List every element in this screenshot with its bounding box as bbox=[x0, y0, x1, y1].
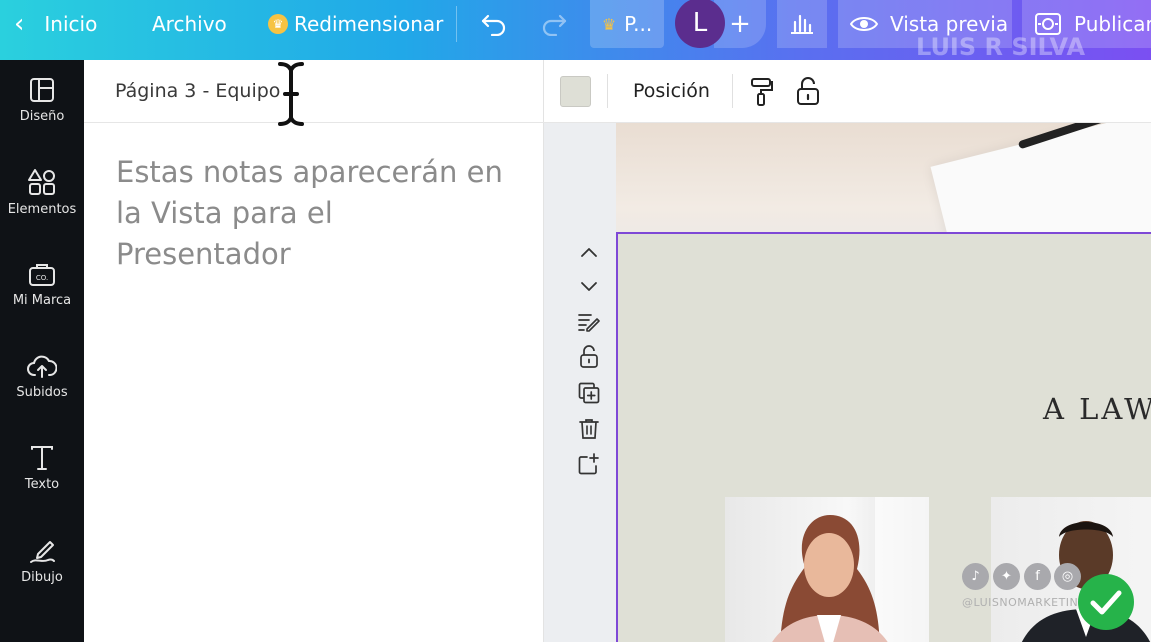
duplicate-icon bbox=[578, 382, 600, 404]
notes-textarea[interactable]: Estas notas aparecerán en la Vista para … bbox=[116, 152, 516, 275]
sidebar-item-draw[interactable]: Dibujo bbox=[0, 520, 84, 600]
move-page-down-button[interactable] bbox=[574, 272, 604, 300]
sidebar-item-design[interactable]: Diseño bbox=[0, 60, 84, 140]
shapes-icon bbox=[28, 168, 55, 195]
delete-page-button[interactable] bbox=[574, 415, 604, 443]
eye-icon bbox=[850, 15, 878, 33]
bar-chart-icon bbox=[791, 14, 813, 34]
insights-button[interactable] bbox=[777, 0, 827, 48]
move-page-up-button[interactable] bbox=[574, 238, 604, 266]
instagram-icon: ◎ bbox=[1054, 563, 1081, 590]
sidebar-item-label: Texto bbox=[24, 476, 60, 492]
undo-icon bbox=[481, 14, 506, 36]
position-button[interactable]: Posición bbox=[633, 80, 710, 102]
design-canvas-area: Posición A LAW bbox=[544, 60, 1151, 642]
resize-button[interactable]: ♛ Redimensionar bbox=[268, 0, 443, 48]
notes-button[interactable] bbox=[574, 308, 604, 336]
redo-button[interactable] bbox=[540, 0, 568, 48]
paint-roller-icon[interactable] bbox=[750, 77, 774, 107]
tiktok-icon: ♪ bbox=[962, 563, 989, 590]
social-handle: @LUISNOMARKETING bbox=[962, 596, 1088, 609]
page-title: Página 3 - Equipo bbox=[115, 80, 281, 102]
text-icon bbox=[31, 445, 53, 470]
sidebar-item-label: Mi Marca bbox=[12, 292, 72, 308]
text-cursor-icon bbox=[278, 62, 304, 126]
crown-icon: ♛ bbox=[601, 14, 617, 34]
home-button[interactable]: ‹ Inicio bbox=[14, 0, 97, 48]
home-label: Inicio bbox=[44, 12, 98, 36]
sidebar-item-label: Diseño bbox=[19, 108, 65, 124]
lock-page-button[interactable] bbox=[574, 343, 604, 371]
duplicate-page-button[interactable] bbox=[574, 379, 604, 407]
chevron-left-icon: ‹ bbox=[14, 9, 25, 39]
twitter-icon: ✦ bbox=[993, 563, 1020, 590]
chevron-up-icon bbox=[581, 248, 597, 257]
file-menu-button[interactable]: Archivo bbox=[152, 0, 227, 48]
sidebar-item-label: Subidos bbox=[16, 384, 68, 400]
crown-icon: ♛ bbox=[268, 14, 288, 34]
sidebar-item-uploads[interactable]: Subidos bbox=[0, 336, 84, 416]
publish-label: Publicar bbox=[1074, 12, 1151, 36]
trash-icon bbox=[579, 419, 599, 439]
background-color-swatch[interactable] bbox=[560, 76, 591, 107]
toolbar-divider bbox=[456, 6, 457, 42]
redo-icon bbox=[542, 14, 567, 36]
left-sidebar: Diseño Elementos CO. Mi Marca Subidos Te… bbox=[0, 60, 84, 642]
pro-button[interactable]: ♛ P... bbox=[590, 0, 664, 48]
plus-icon: + bbox=[729, 9, 751, 39]
facebook-icon: f bbox=[1024, 563, 1051, 590]
woman-portrait-image bbox=[772, 497, 929, 642]
checkmark-badge bbox=[1078, 574, 1134, 630]
resize-label: Redimensionar bbox=[294, 12, 444, 36]
pro-label: P... bbox=[624, 12, 653, 36]
undo-button[interactable] bbox=[480, 0, 508, 48]
lock-open-icon bbox=[580, 345, 598, 368]
add-page-icon bbox=[578, 453, 599, 475]
layout-icon bbox=[30, 77, 54, 102]
avatar[interactable]: L bbox=[675, 0, 725, 48]
social-overlay: ♪ ✦ f ◎ @LUISNOMARKETING bbox=[962, 563, 1087, 613]
toolbar-divider bbox=[732, 74, 733, 108]
cloud-upload-icon bbox=[27, 355, 57, 378]
sidebar-item-label: Dibujo bbox=[21, 569, 63, 585]
chevron-down-icon bbox=[581, 282, 597, 291]
top-bar: ‹ Inicio Archivo ♛ Redimensionar ♛ P... … bbox=[0, 0, 1151, 61]
context-toolbar: Posición bbox=[544, 60, 1151, 123]
sidebar-item-label: Elementos bbox=[7, 201, 77, 217]
sidebar-item-elements[interactable]: Elementos bbox=[0, 152, 84, 232]
draw-icon bbox=[30, 540, 55, 563]
sidebar-item-text[interactable]: Texto bbox=[0, 428, 84, 508]
team-photo-woman[interactable] bbox=[725, 497, 929, 642]
canva-editor: ‹ Inicio Archivo ♛ Redimensionar ♛ P... … bbox=[0, 0, 1151, 642]
sidebar-item-brand[interactable]: CO. Mi Marca bbox=[0, 244, 84, 324]
toolbar-divider bbox=[607, 74, 608, 108]
watermark: LUIS R SILVA bbox=[916, 33, 1086, 61]
add-page-button[interactable] bbox=[574, 450, 604, 478]
notes-edit-icon bbox=[578, 314, 600, 332]
page-heading[interactable]: A LAW F bbox=[1043, 392, 1151, 426]
svg-text:CO.: CO. bbox=[36, 274, 48, 282]
presenter-notes-panel: Página 3 - Equipo Estas notas aparecerán… bbox=[84, 60, 544, 642]
notes-header: Página 3 - Equipo bbox=[84, 60, 544, 126]
checkmark-icon bbox=[1090, 590, 1122, 615]
lock-open-icon[interactable] bbox=[796, 76, 820, 106]
brand-kit-icon: CO. bbox=[29, 263, 55, 286]
